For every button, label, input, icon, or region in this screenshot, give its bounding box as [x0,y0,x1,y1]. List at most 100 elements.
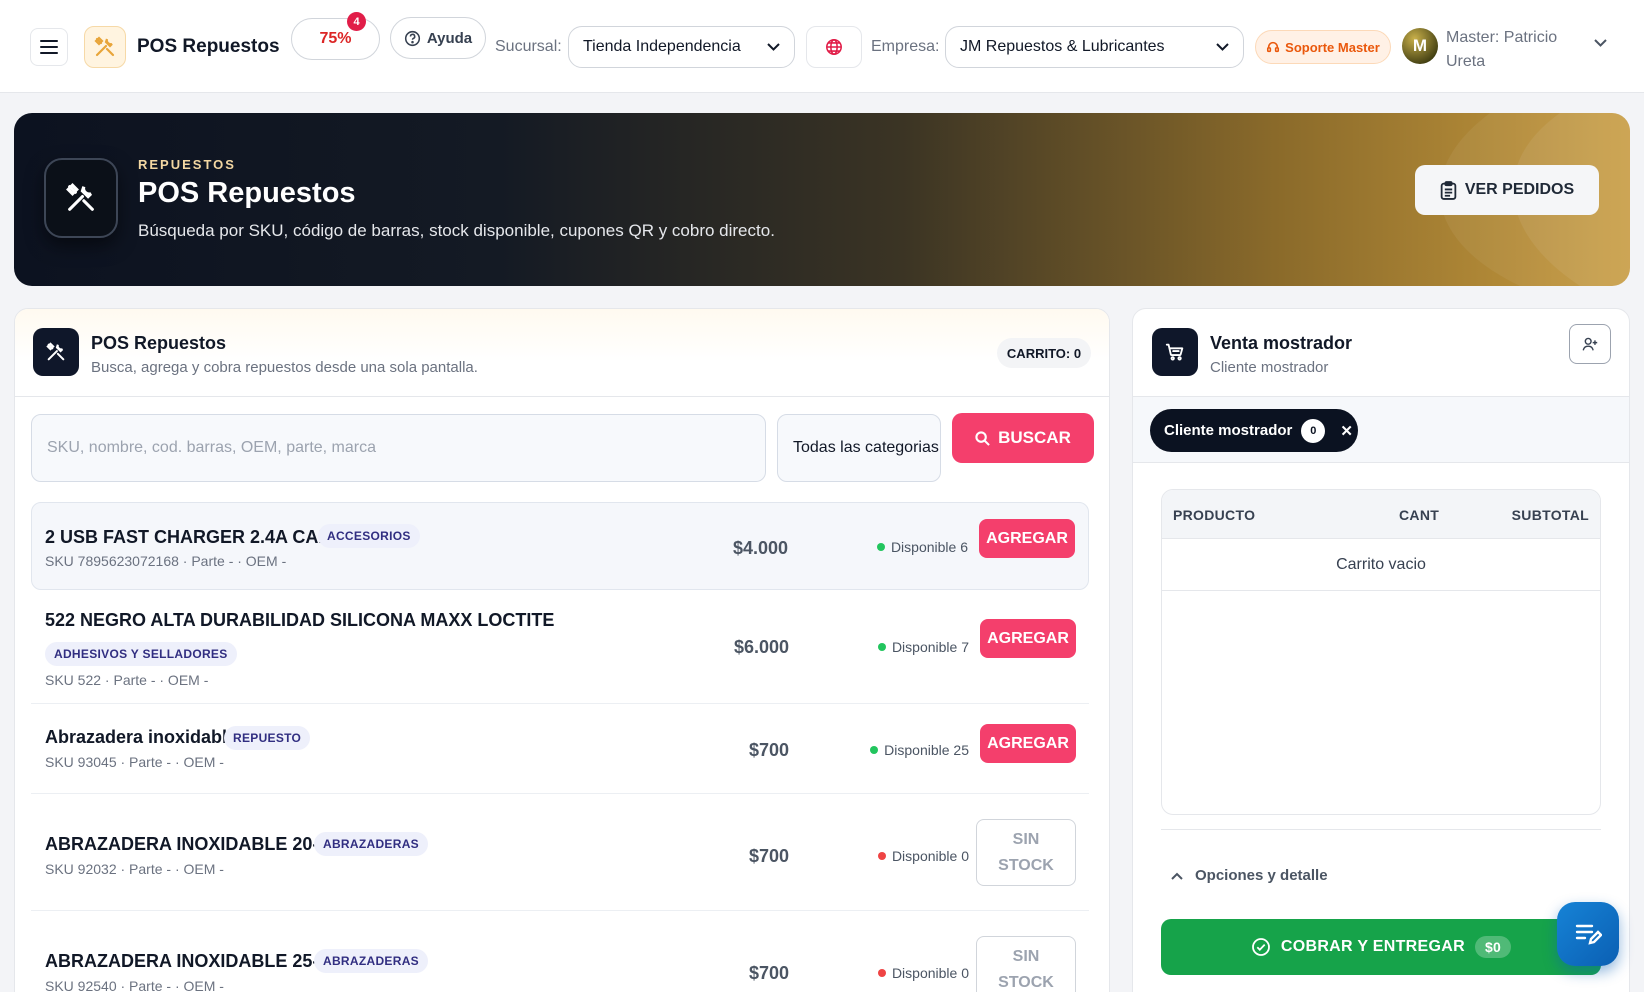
stock-label: Disponible 0 [891,965,969,981]
hero-title: POS Repuestos [138,177,356,209]
col-subtotal: SUBTOTAL [1511,507,1589,523]
product-row[interactable]: Abrazadera inoxidable REPUESTO SKU 93045… [31,704,1089,794]
add-to-cart-button[interactable]: AGREGAR [980,619,1076,658]
product-meta: SKU 522 · Parte - · OEM - [45,672,209,688]
options-toggle[interactable]: Opciones y detalle [1171,867,1328,884]
language-button[interactable] [806,26,862,68]
product-search-input[interactable] [31,414,766,482]
progress-value: 75% [319,30,352,47]
product-category-tag: ABRAZADERAS [314,949,428,973]
product-meta: SKU 7895623072168 · Parte - · OEM - [45,553,287,569]
user-name[interactable]: Master: Patricio Ureta [1446,26,1586,74]
avatar[interactable]: M [1402,28,1438,64]
product-price: $700 [748,963,789,983]
add-customer-button[interactable] [1569,324,1611,364]
customer-strip: Cliente mostrador 0 ✕ [1133,397,1629,463]
stock-label: Disponible 7 [891,639,969,655]
branch-value: Tienda Independencia [583,38,741,55]
headset-icon [1267,41,1280,53]
help-button[interactable]: Ayuda [390,17,486,59]
company-value: JM Repuestos & Lubricantes [960,38,1165,55]
out-of-stock-line1: SIN [1012,947,1040,965]
cart-count-badge: CARRITO: 0 [997,338,1091,368]
product-row[interactable]: ABRAZADERA INOXIDABLE 20-32 ABRAZADERAS … [31,794,1089,911]
product-name: Abrazadera inoxidable [45,727,238,747]
customer-chip[interactable]: Cliente mostrador 0 ✕ [1150,409,1358,452]
hero-eyebrow: REPUESTOS [138,157,236,172]
product-category-tag: ADHESIVOS Y SELLADORES [45,642,237,666]
product-name: ABRAZADERA INOXIDABLE 20-32 [45,834,339,854]
tools-icon [94,36,115,57]
notification-badge: 4 [347,12,366,31]
search-button-label: BUSCAR [998,428,1071,447]
progress-pill[interactable]: 75% [291,18,380,60]
product-category-tag: ABRAZADERAS [314,832,428,856]
out-of-stock-button[interactable]: SIN STOCK [976,936,1076,992]
category-select[interactable]: Todas las categorias [777,414,941,482]
tools-icon [66,183,94,211]
product-price: $700 [748,740,789,760]
help-label: Ayuda [426,29,473,47]
floating-notes-button[interactable] [1557,902,1619,966]
product-name: 522 NEGRO ALTA DURABILIDAD SILICONA MAXX… [45,610,555,630]
customer-chip-count: 0 [1301,418,1326,443]
support-master-button[interactable]: Soporte Master [1255,30,1391,64]
divider [1161,829,1601,830]
search-icon [975,430,990,446]
support-label: Soporte Master [1285,39,1380,55]
out-of-stock-line2: STOCK [998,856,1054,874]
clipboard-icon [1440,180,1457,200]
product-category-tag: ACCESORIOS [318,524,420,548]
top-bar: POS Repuestos 75% 4 Ayuda Sucursal: Tien… [0,0,1644,93]
product-category-tag: REPUESTO [224,726,311,750]
branch-select[interactable]: Tienda Independencia [568,26,795,68]
chevron-down-icon[interactable] [1594,39,1607,47]
pos-panel-title: POS Repuestos [91,333,227,353]
pos-panel: POS Repuestos Busca, agrega y cobra repu… [14,308,1110,992]
options-label: Opciones y detalle [1195,867,1328,884]
out-of-stock-line1: SIN [1012,830,1040,848]
close-icon[interactable]: ✕ [1340,422,1353,440]
checkout-button[interactable]: COBRAR Y ENTREGAR $0 [1161,919,1601,975]
stock-label: Disponible 25 [884,742,969,758]
stock-dot [876,543,885,551]
col-product: PRODUCTO [1173,507,1256,523]
hero-subtitle: Búsqueda por SKU, código de barras, stoc… [138,221,775,240]
company-select[interactable]: JM Repuestos & Lubricantes [945,26,1244,68]
add-to-cart-button[interactable]: AGREGAR [979,519,1075,558]
question-circle-icon [404,30,420,46]
globe-icon [826,39,842,55]
product-stock: Disponible 6 [876,539,968,555]
hamburger-icon [40,40,58,54]
product-meta: SKU 93045 · Parte - · OEM - [45,754,224,770]
check-circle-icon [1251,938,1270,956]
sale-panel-header: Venta mostrador Cliente mostrador [1133,309,1629,397]
product-meta: SKU 92032 · Parte - · OEM - [45,861,224,877]
view-orders-button[interactable]: VER PEDIDOS [1415,165,1599,215]
empty-cart-message: Carrito vacio [1162,539,1600,591]
product-meta: SKU 92540 · Parte - · OEM - [45,978,224,992]
sale-panel-title: Venta mostrador [1210,333,1353,353]
sale-panel: Venta mostrador Cliente mostrador Client… [1132,308,1630,992]
sale-panel-subtitle: Cliente mostrador [1210,359,1329,376]
chevron-down-icon [767,43,780,51]
cart-table: PRODUCTO CANT SUBTOTAL Carrito vacio [1161,489,1601,815]
product-price: $700 [748,846,789,866]
product-row[interactable]: 2 USB FAST CHARGER 2.4A CAR ACCESORIOS S… [31,502,1089,590]
product-row[interactable]: ABRAZADERA INOXIDABLE 25-40 ABRAZADERAS … [31,911,1089,992]
checkout-label: COBRAR Y ENTREGAR [1280,938,1465,955]
search-button[interactable]: BUSCAR [952,413,1094,463]
stock-dot [877,852,886,860]
product-name: 2 USB FAST CHARGER 2.4A CAR [45,527,332,547]
tools-icon [46,342,65,361]
sale-panel-logo [1152,328,1198,376]
product-stock: Disponible 25 [870,742,969,758]
product-row[interactable]: 522 NEGRO ALTA DURABILIDAD SILICONA MAXX… [31,591,1089,704]
out-of-stock-button[interactable]: SIN STOCK [976,819,1076,886]
menu-button[interactable] [30,28,68,66]
add-to-cart-button[interactable]: AGREGAR [980,724,1076,763]
chevron-up-icon [1171,872,1183,880]
company-label: Empresa: [871,38,940,55]
app-logo[interactable] [84,26,126,68]
product-stock: Disponible 0 [877,965,969,981]
